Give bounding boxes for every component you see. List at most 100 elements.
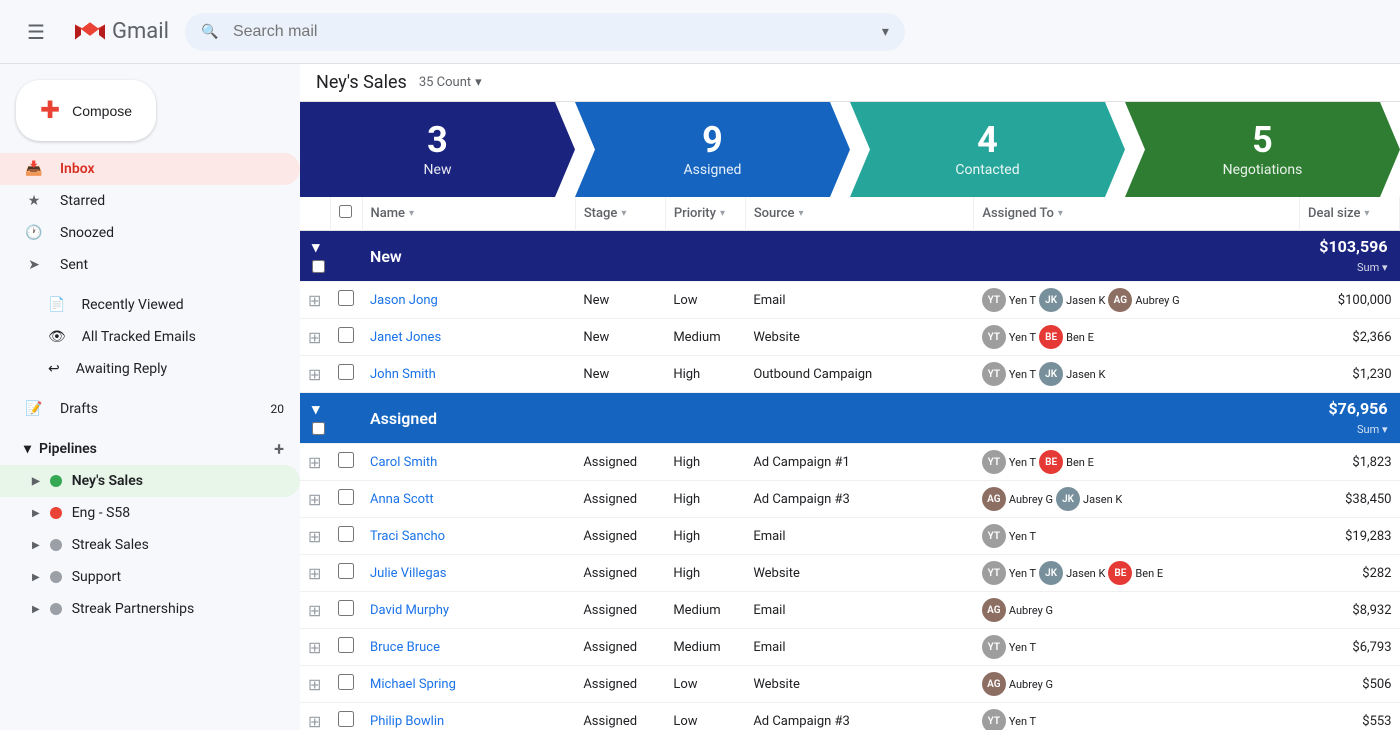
search-input[interactable] [185,13,905,51]
col-header-name[interactable]: Name▾ [362,197,575,231]
row-deal: $19,283 [1300,518,1400,555]
row-check-cell[interactable] [330,592,362,629]
row-checkbox[interactable] [338,563,354,579]
row-deal: $6,793 [1300,629,1400,666]
row-icon-cell[interactable]: ⊞ [300,555,330,592]
row-expand-icon[interactable]: ⊞ [308,365,321,384]
row-expand-icon[interactable]: ⊞ [308,712,321,730]
col-header-priority[interactable]: Priority▾ [665,197,745,231]
row-expand-icon[interactable]: ⊞ [308,291,321,310]
avatar-name: Yen T [1009,368,1036,381]
stage-negotiations[interactable]: 5 Negotiations [1125,102,1400,197]
assigned-filter-icon[interactable]: ▾ [1058,208,1063,219]
count-badge[interactable]: 35 Count ▾ [419,75,482,90]
row-expand-icon[interactable]: ⊞ [308,453,321,472]
col-header-assigned[interactable]: Assigned To▾ [974,197,1300,231]
row-expand-icon[interactable]: ⊞ [308,564,321,583]
group-expand-cell[interactable]: ▾ [300,231,362,282]
select-all-checkbox[interactable] [339,205,352,218]
sidebar-item-starred[interactable]: ★ Starred [0,185,300,217]
gmail-logo[interactable]: Gmail [72,14,169,50]
sidebar-item-all-tracked-emails[interactable]: 👁 All Tracked Emails [0,321,300,353]
group-checkbox[interactable] [312,260,325,273]
avatar-name: Yen T [1009,641,1036,654]
add-pipeline-icon[interactable]: + [274,439,284,460]
col-header-deal[interactable]: Deal size▾ [1300,197,1400,231]
pipeline-item-streak-partnerships[interactable]: ▶ Streak Partnerships [0,593,300,625]
stage-new[interactable]: 3 New [300,102,575,197]
priority-filter-icon[interactable]: ▾ [720,208,725,219]
deal-filter-icon[interactable]: ▾ [1364,208,1369,219]
row-expand-icon[interactable]: ⊞ [308,490,321,509]
row-expand-icon[interactable]: ⊞ [308,601,321,620]
row-check-cell[interactable] [330,481,362,518]
sidebar-item-sent[interactable]: ➤ Sent [0,249,300,281]
row-check-cell[interactable] [330,319,362,356]
row-check-cell[interactable] [330,555,362,592]
col-header-source[interactable]: Source▾ [745,197,974,231]
row-expand-icon[interactable]: ⊞ [308,527,321,546]
group-label-cell: Assigned [362,393,1300,444]
row-expand-icon[interactable]: ⊞ [308,328,321,347]
row-icon-cell[interactable]: ⊞ [300,592,330,629]
row-check-cell[interactable] [330,518,362,555]
group-expand-cell[interactable]: ▾ [300,393,362,444]
name-filter-icon[interactable]: ▾ [409,208,414,219]
stage-negotiations-number: 5 [1252,122,1273,158]
row-checkbox[interactable] [338,711,354,727]
row-checkbox[interactable] [338,327,354,343]
row-expand-icon[interactable]: ⊞ [308,675,321,694]
row-icon-cell[interactable]: ⊞ [300,666,330,703]
group-checkbox[interactable] [312,422,325,435]
row-checkbox[interactable] [338,526,354,542]
row-checkbox[interactable] [338,452,354,468]
row-checkbox[interactable] [338,290,354,306]
row-icon-cell[interactable]: ⊞ [300,356,330,393]
row-expand-icon[interactable]: ⊞ [308,638,321,657]
row-checkbox[interactable] [338,674,354,690]
sidebar-item-inbox[interactable]: 📥 Inbox [0,153,300,185]
row-checkbox[interactable] [338,600,354,616]
pipelines-header[interactable]: ▾ Pipelines + [0,433,300,465]
row-checkbox[interactable] [338,637,354,653]
pipeline-item-support[interactable]: ▶ Support [0,561,300,593]
menu-button[interactable]: ☰ [16,12,56,52]
row-check-cell[interactable] [330,444,362,481]
row-stage: Assigned [575,592,665,629]
stage-filter-icon[interactable]: ▾ [621,208,626,219]
row-icon-cell[interactable]: ⊞ [300,518,330,555]
row-icon-cell[interactable]: ⊞ [300,319,330,356]
sidebar-item-snoozed[interactable]: 🕐 Snoozed [0,217,300,249]
pipeline-item-eng-s58[interactable]: ▶ Eng - S58 [0,497,300,529]
avatar-name: Yen T [1009,530,1036,543]
pipeline-item-streak-sales[interactable]: ▶ Streak Sales [0,529,300,561]
compose-button[interactable]: ✚ Compose [16,80,156,141]
row-check-cell[interactable] [330,666,362,703]
sidebar-item-awaiting-reply[interactable]: ↩ Awaiting Reply [0,353,300,385]
row-check-cell[interactable] [330,703,362,730]
row-checkbox[interactable] [338,489,354,505]
col-header-stage[interactable]: Stage▾ [575,197,665,231]
row-check-cell[interactable] [330,629,362,666]
row-icon-cell[interactable]: ⊞ [300,444,330,481]
row-icon-cell[interactable]: ⊞ [300,703,330,730]
avatar: YT [982,524,1006,548]
row-source: Ad Campaign #3 [745,481,974,518]
row-icon-cell[interactable]: ⊞ [300,481,330,518]
sidebar-item-recently-viewed[interactable]: 📄 Recently Viewed [0,289,300,321]
source-filter-icon[interactable]: ▾ [799,208,804,219]
row-check-cell[interactable] [330,356,362,393]
row-icon-cell[interactable]: ⊞ [300,282,330,319]
row-checkbox[interactable] [338,364,354,380]
avatar-name: Yen T [1009,715,1036,728]
expand-arrow-support: ▶ [32,572,40,583]
stage-assigned[interactable]: 9 Assigned [575,102,850,197]
search-dropdown-icon[interactable]: ▾ [882,24,889,40]
main-layout: ✚ Compose 📥 Inbox ★ Starred 🕐 Snoozed ➤ [0,64,1400,730]
inbox-icon: 📥 [24,161,44,177]
stage-contacted[interactable]: 4 Contacted [850,102,1125,197]
sidebar-item-drafts[interactable]: 📝 Drafts 20 [0,393,300,425]
row-check-cell[interactable] [330,282,362,319]
pipeline-item-neys-sales[interactable]: ▶ Ney's Sales [0,465,300,497]
row-icon-cell[interactable]: ⊞ [300,629,330,666]
